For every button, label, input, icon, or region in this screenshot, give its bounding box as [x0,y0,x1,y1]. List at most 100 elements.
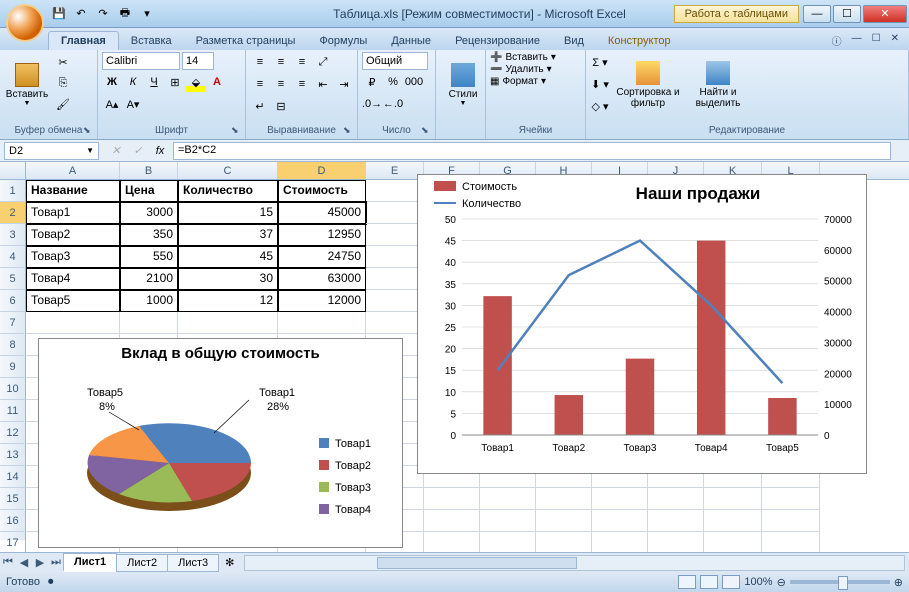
page-layout-view-icon[interactable] [700,575,718,589]
cell[interactable]: 37 [178,224,278,246]
currency-icon[interactable]: ₽ [362,72,382,92]
row-header[interactable]: 13 [0,444,26,466]
autosum-icon[interactable]: Σ ▾ [590,52,610,72]
row-header[interactable]: 10 [0,378,26,400]
cell[interactable]: 12000 [278,290,366,312]
align-top-icon[interactable]: ≡ [250,52,270,72]
wrap-text-icon[interactable]: ↵ [250,96,270,116]
cell[interactable]: Товар5 [26,290,120,312]
cell[interactable]: 12 [178,290,278,312]
doc-restore-icon[interactable]: ☐ [868,31,885,50]
cell[interactable] [366,180,424,202]
qat-more-icon[interactable]: ▾ [138,5,156,23]
row-header[interactable]: 7 [0,312,26,334]
tab-data[interactable]: Данные [379,32,443,50]
cell[interactable]: Название [26,180,120,202]
cell[interactable] [178,312,278,334]
cell[interactable] [480,510,536,532]
cell[interactable]: 45 [178,246,278,268]
cell[interactable] [366,290,424,312]
formula-input[interactable]: =B2*C2 [173,142,891,160]
sheet-tab-1[interactable]: Лист1 [63,553,117,572]
horizontal-scrollbar[interactable] [244,555,905,571]
cell[interactable]: 1000 [120,290,178,312]
indent-dec-icon[interactable]: ⇤ [313,74,333,94]
enter-formula-icon[interactable]: ✓ [129,142,147,160]
help-icon[interactable]: ⓘ [828,31,846,50]
font-size-combo[interactable]: 14 [182,52,214,70]
cell[interactable] [424,510,480,532]
percent-icon[interactable]: % [383,72,403,92]
cell[interactable]: 3000 [120,202,178,224]
cell[interactable] [592,488,648,510]
indent-inc-icon[interactable]: ⇥ [334,74,354,94]
cell[interactable]: Цена [120,180,178,202]
office-button[interactable] [6,4,44,42]
new-sheet-icon[interactable]: ✻ [219,556,240,569]
cell[interactable]: 12950 [278,224,366,246]
cell[interactable] [480,488,536,510]
find-select-button[interactable]: Найти и выделить [686,52,750,118]
row-header[interactable]: 2 [0,202,26,224]
tab-review[interactable]: Рецензирование [443,32,552,50]
sheet-nav-last-icon[interactable]: ⏭ [48,556,64,569]
cell[interactable] [366,224,424,246]
zoom-slider[interactable] [790,580,890,584]
font-color-icon[interactable]: A [207,72,227,92]
cell[interactable]: Стоимость [278,180,366,202]
row-header[interactable]: 14 [0,466,26,488]
tab-page-layout[interactable]: Разметка страницы [184,32,308,50]
row-header[interactable]: 12 [0,422,26,444]
cell[interactable]: 2100 [120,268,178,290]
cut-icon[interactable]: ✂ [53,52,73,72]
row-header[interactable]: 17 [0,532,26,552]
orientation-icon[interactable]: ⤢ [313,52,333,72]
bold-icon[interactable]: Ж [102,72,122,92]
align-launcher-icon[interactable]: ⬊ [343,125,355,137]
cell[interactable]: 45000 [278,202,366,224]
cell[interactable] [704,510,762,532]
tab-design[interactable]: Конструктор [596,32,683,50]
fill-color-icon[interactable]: ⬙ [186,72,206,92]
cell[interactable] [648,532,704,552]
cell[interactable] [762,510,820,532]
row-header[interactable]: 15 [0,488,26,510]
column-header[interactable]: E [366,162,424,179]
column-header[interactable]: A [26,162,120,179]
align-middle-icon[interactable]: ≡ [271,52,291,72]
grow-font-icon[interactable]: A▴ [102,94,122,114]
inc-decimal-icon[interactable]: .0→ [362,94,382,114]
tab-insert[interactable]: Вставка [119,32,184,50]
cell[interactable]: 30 [178,268,278,290]
doc-close-icon[interactable]: ✕ [887,31,903,50]
cell[interactable]: Товар1 [26,202,120,224]
styles-button[interactable]: Стили ▼ [440,52,486,118]
combo-chart[interactable]: Стоимость Количество Наши продажи 051015… [417,174,867,474]
cell[interactable]: 15 [178,202,278,224]
cell[interactable]: Товар2 [26,224,120,246]
tab-formulas[interactable]: Формулы [307,32,379,50]
border-icon[interactable]: ⊞ [165,72,185,92]
doc-minimize-icon[interactable]: — [848,31,866,50]
clear-icon[interactable]: ◇ ▾ [590,96,610,116]
underline-icon[interactable]: Ч [144,72,164,92]
row-header[interactable]: 8 [0,334,26,356]
cell[interactable] [704,488,762,510]
sort-filter-button[interactable]: Сортировка и фильтр [613,52,683,118]
cancel-formula-icon[interactable]: ✕ [107,142,125,160]
cell[interactable] [424,488,480,510]
row-header[interactable]: 16 [0,510,26,532]
redo-icon[interactable]: ↷ [94,5,112,23]
row-header[interactable]: 4 [0,246,26,268]
cell[interactable]: Количество [178,180,278,202]
cell[interactable]: 550 [120,246,178,268]
cell[interactable] [592,532,648,552]
tab-home[interactable]: Главная [48,31,119,50]
column-header[interactable]: D [278,162,366,179]
zoom-out-icon[interactable]: ⊖ [777,576,786,589]
zoom-level[interactable]: 100% [744,576,772,588]
cell[interactable]: 350 [120,224,178,246]
fx-icon[interactable]: fx [151,142,169,160]
format-painter-icon[interactable]: 🖌 [53,94,73,114]
minimize-button[interactable]: — [803,5,831,23]
